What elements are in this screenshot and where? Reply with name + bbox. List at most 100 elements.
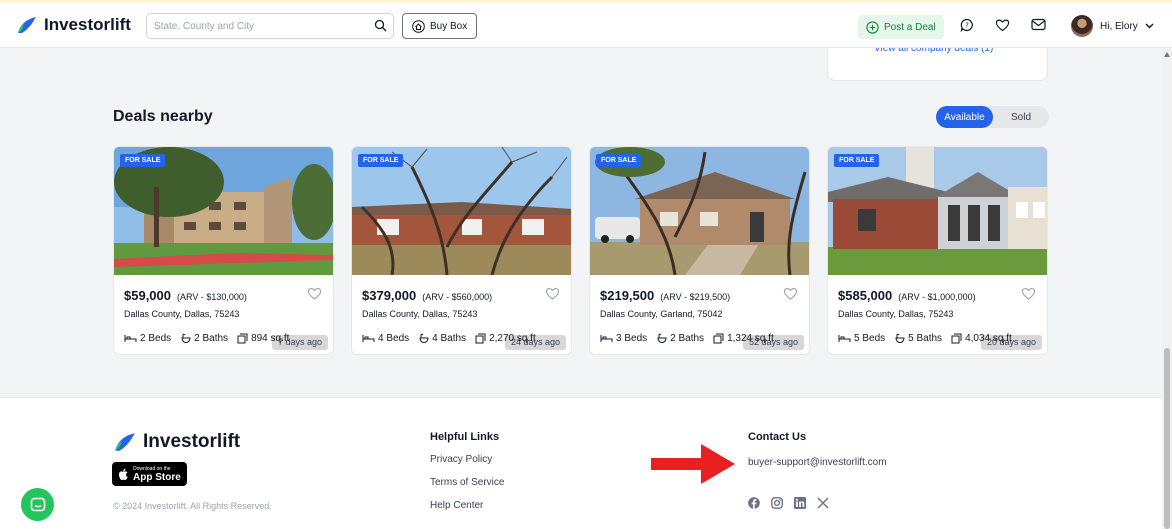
- property-specs: 2 Beds 2 Baths 894 sq.ft: [124, 333, 298, 344]
- arv: (ARV - $560,000): [422, 292, 493, 302]
- area-icon: [237, 333, 248, 344]
- help-center-link[interactable]: Help Center: [430, 500, 483, 511]
- logo-mark-icon: [18, 17, 36, 33]
- chat-icon: [30, 497, 45, 511]
- site-footer: Investorlift Download on the App Store ©…: [0, 397, 1162, 529]
- area-icon: [475, 333, 486, 344]
- app-store-badge[interactable]: Download on the App Store: [112, 462, 187, 486]
- bath-icon: [895, 333, 905, 344]
- deal-card[interactable]: FOR SALE 24 days ago $379,000 (ARV - $56…: [351, 146, 572, 355]
- sqft: 4,034 sq.ft: [965, 333, 1012, 344]
- arv: (ARV - $1,000,000): [898, 292, 976, 302]
- user-menu[interactable]: Hi, Elory: [1071, 15, 1154, 37]
- beds: 5 Beds: [854, 333, 886, 344]
- terms-of-service-link[interactable]: Terms of Service: [430, 477, 504, 488]
- for-sale-badge: FOR SALE: [358, 154, 404, 167]
- social-links: [748, 497, 829, 509]
- sold-tab[interactable]: Sold: [993, 106, 1049, 128]
- scroll-thumb[interactable]: [1164, 348, 1170, 529]
- baths: 2 Baths: [670, 333, 705, 344]
- location: Dallas County, Dallas, 75243: [362, 309, 478, 319]
- footer-logo-text: Investorlift: [143, 431, 241, 452]
- top-navigation-bar: Investorlift Buy Box Post a Deal ? Hi, E: [0, 0, 1172, 48]
- x-icon[interactable]: [817, 497, 829, 509]
- arv: (ARV - $130,000): [177, 292, 247, 302]
- app-store-big-text: App Store: [133, 471, 181, 483]
- instagram-icon[interactable]: [771, 497, 783, 509]
- sqft: 894 sq.ft: [251, 333, 290, 344]
- deal-card[interactable]: FOR SALE 7 days ago $59,000 (ARV - $130,…: [113, 146, 334, 355]
- favorite-heart-icon[interactable]: [307, 287, 322, 300]
- buy-box-button[interactable]: Buy Box: [402, 13, 478, 39]
- available-tab[interactable]: Available: [936, 106, 993, 128]
- red-annotation-arrow-icon: [651, 444, 735, 484]
- bed-icon: [600, 335, 613, 342]
- logo-text: Investorlift: [44, 15, 131, 34]
- favorite-heart-icon[interactable]: [1021, 287, 1036, 300]
- price-row: $585,000 (ARV - $1,000,000): [838, 288, 976, 303]
- buy-box-label: Buy Box: [430, 20, 468, 32]
- baths: 5 Baths: [908, 333, 943, 344]
- availability-toggle: Available Sold: [936, 106, 1049, 128]
- bath-icon: [181, 333, 191, 344]
- chat-bubble-icon[interactable]: ?: [960, 18, 974, 32]
- logo-mark-icon: [115, 433, 135, 451]
- for-sale-badge: FOR SALE: [596, 154, 642, 167]
- mail-icon[interactable]: [1031, 18, 1046, 31]
- deals-nearby-title: Deals nearby: [113, 108, 213, 125]
- scroll-up-arrow-icon[interactable]: [1164, 52, 1170, 57]
- post-deal-button[interactable]: Post a Deal: [858, 15, 944, 39]
- baths: 4 Baths: [432, 333, 467, 344]
- location: Dallas County, Dallas, 75243: [124, 309, 240, 319]
- location: Dallas County, Dallas, 75243: [838, 309, 954, 319]
- linkedin-icon[interactable]: [794, 497, 806, 509]
- privacy-policy-link[interactable]: Privacy Policy: [430, 454, 492, 465]
- bath-icon: [419, 333, 429, 344]
- deal-card[interactable]: FOR SALE 20 days ago $585,000 (ARV - $1,…: [827, 146, 1048, 355]
- bed-icon: [124, 335, 137, 342]
- helpful-links-title: Helpful Links: [430, 431, 500, 443]
- favorite-heart-icon[interactable]: [545, 287, 560, 300]
- footer-logo[interactable]: Investorlift: [113, 431, 240, 453]
- sqft: 1,324 sq.ft: [727, 333, 774, 344]
- search-box[interactable]: [146, 13, 394, 39]
- price: $59,000: [124, 288, 171, 303]
- deal-card[interactable]: FOR SALE 52 days ago $219,500 (ARV - $21…: [589, 146, 810, 355]
- bath-icon: [657, 333, 667, 344]
- price: $379,000: [362, 288, 417, 303]
- arv: (ARV - $219,500): [660, 292, 731, 302]
- bed-icon: [838, 335, 851, 342]
- baths: 2 Baths: [194, 333, 229, 344]
- price: $219,500: [600, 288, 655, 303]
- property-specs: 3 Beds 2 Baths 1,324 sq.ft: [600, 333, 783, 344]
- beds: 2 Beds: [140, 333, 172, 344]
- property-specs: 4 Beds 4 Baths 2,270 sq.ft: [362, 333, 545, 344]
- for-sale-badge: FOR SALE: [120, 154, 166, 167]
- search-input[interactable]: [147, 14, 367, 38]
- area-icon: [713, 333, 724, 344]
- search-icon[interactable]: [374, 19, 387, 32]
- chevron-down-icon: [1145, 23, 1154, 29]
- user-greeting: Hi, Elory: [1100, 20, 1138, 32]
- area-icon: [951, 333, 962, 344]
- bed-icon: [362, 335, 375, 342]
- beds: 3 Beds: [616, 333, 648, 344]
- copyright: © 2024 Investorlift. All Rights Reserved…: [113, 501, 272, 511]
- apple-icon: [119, 468, 128, 480]
- plus-circle-icon: [866, 20, 879, 34]
- favorite-heart-icon[interactable]: [783, 287, 798, 300]
- price-row: $59,000 (ARV - $130,000): [124, 288, 247, 303]
- price-row: $379,000 (ARV - $560,000): [362, 288, 492, 303]
- price: $585,000: [838, 288, 893, 303]
- post-deal-label: Post a Deal: [884, 21, 936, 33]
- contact-email-link[interactable]: buyer-support@investorlift.com: [748, 457, 887, 468]
- beds: 4 Beds: [378, 333, 410, 344]
- price-row: $219,500 (ARV - $219,500): [600, 288, 730, 303]
- heart-icon[interactable]: [995, 18, 1010, 32]
- investorlift-logo[interactable]: Investorlift: [16, 15, 131, 35]
- page-scrollbar[interactable]: [1162, 48, 1172, 529]
- facebook-icon[interactable]: [748, 497, 760, 509]
- chat-launcher-button[interactable]: [21, 488, 54, 521]
- location: Dallas County, Garland, 75042: [600, 309, 723, 319]
- house-icon: [412, 19, 425, 33]
